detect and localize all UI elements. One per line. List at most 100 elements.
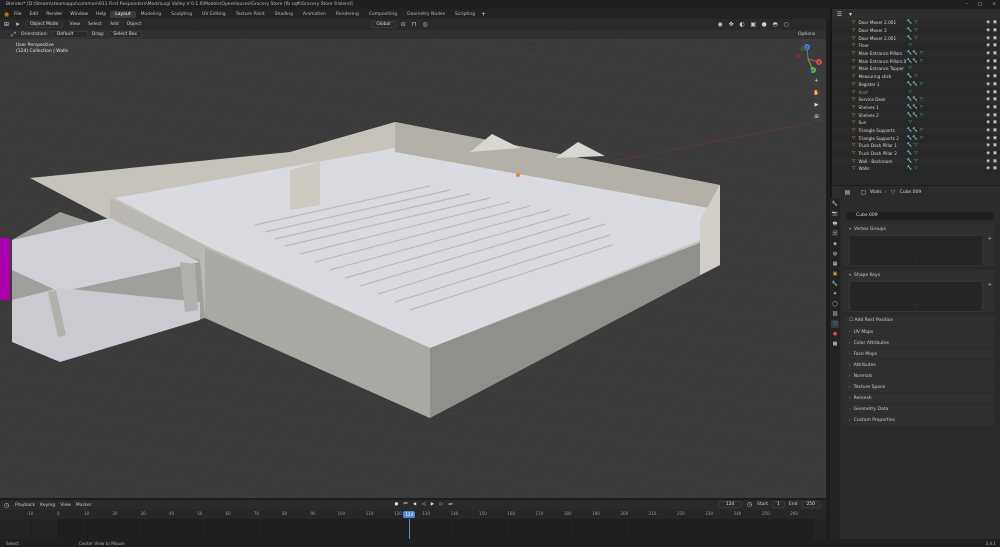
shading-solid-icon[interactable]: ● (761, 21, 768, 28)
play-icon[interactable]: ▶ (429, 501, 436, 508)
object-tab-icon[interactable]: ▣ (831, 270, 839, 278)
eye-icon[interactable]: ◉ (986, 136, 990, 141)
modifier-icon[interactable]: 🔧 (906, 151, 912, 156)
outliner-row[interactable]: ▽ Door Mover 2.001 🔧 ▽ ◉ ▣ (832, 19, 1000, 27)
properties-editor-icon[interactable]: ▤ (844, 189, 851, 196)
eye-icon[interactable]: ◉ (986, 36, 990, 41)
camera-icon[interactable]: ▣ (993, 59, 997, 64)
camera-icon[interactable]: ▣ (993, 128, 997, 133)
next-key-icon[interactable]: ▷ (438, 501, 445, 508)
add-shape-key-icon[interactable]: + (988, 282, 992, 288)
workspace-tab-scripting[interactable]: Scripting (450, 11, 480, 18)
eye-icon[interactable]: ◉ (986, 66, 990, 71)
add-rest-position-checkbox[interactable]: ☐ Add Rest Position (843, 316, 995, 326)
visibility-icon[interactable]: ◉ (717, 21, 724, 28)
auto-key-icon[interactable]: ● (393, 501, 400, 508)
modifier-icon[interactable]: 🔧🔧 (906, 136, 917, 141)
viewport-menu-select[interactable]: Select (86, 22, 104, 27)
camera-icon[interactable]: ▣ (993, 120, 997, 125)
camera-icon[interactable]: ▣ (993, 43, 997, 48)
timeline-area[interactable]: -10 0 10 20 30 40 50 60 70 80 90 100 110 120 130 140 150… (0, 510, 826, 539)
camera-icon[interactable]: ▣ (993, 66, 997, 71)
eye-icon[interactable]: ◉ (986, 51, 990, 56)
collapsed-panel-header[interactable]: › Color Attributes (843, 338, 995, 348)
timeline-menu-playback[interactable]: Playback (15, 503, 35, 508)
outliner-row[interactable]: ▽ Roof ▽ ◉ ▣ (832, 88, 1000, 96)
camera-icon[interactable]: ▣ (993, 74, 997, 79)
modifier-icon[interactable]: 🔧 (906, 36, 912, 41)
mode-selector[interactable]: Object Mode (25, 21, 64, 28)
eye-icon[interactable]: ◉ (986, 97, 990, 102)
timeline-menu-keying[interactable]: Keying (40, 503, 55, 508)
menu-render[interactable]: Render (42, 12, 66, 17)
collapsed-panel-header[interactable]: › Remesh (843, 393, 995, 403)
pan-hand-icon[interactable]: ✋ (812, 89, 821, 98)
view-layer-tab-icon[interactable]: 🗐 (831, 230, 839, 238)
tool-tab-icon[interactable]: 🔧 (831, 200, 839, 208)
camera-view-icon[interactable]: ▶ (812, 101, 821, 110)
collapsed-panel-header[interactable]: › Normals (843, 371, 995, 381)
eye-icon[interactable]: ◉ (986, 59, 990, 64)
menu-help[interactable]: Help (92, 12, 110, 17)
outliner-filter-icon[interactable]: ▾ (847, 11, 854, 18)
modifier-icon[interactable]: 🔧 (906, 20, 912, 25)
outliner-row[interactable]: ▽ Door Mover 2 🔧 ▽ ◉ ▣ (832, 27, 1000, 35)
modifier-icon[interactable]: 🔧🔧 (906, 97, 917, 102)
menu-edit[interactable]: Edit (26, 12, 43, 17)
modifier-icon[interactable]: 🔧 (906, 28, 912, 33)
gizmo-toggle-icon[interactable]: ✥ (728, 21, 735, 28)
outliner-row[interactable]: ▽ Register 1 🔧🔧 ▽ ◉ ▣ (832, 80, 1000, 89)
shape-keys-header[interactable]: ▾ Shape Keys (843, 270, 995, 280)
close-button[interactable]: × (992, 0, 996, 9)
collapsed-panel-header[interactable]: › Custom Properties (843, 415, 995, 425)
navigation-gizmo[interactable]: X Y Z (793, 44, 823, 74)
mesh-name-field[interactable]: Cube.009 (846, 212, 994, 220)
menu-window[interactable]: Window (66, 12, 92, 17)
eye-icon[interactable]: ◉ (986, 128, 990, 133)
modifier-tab-icon[interactable]: 🔧 (831, 280, 839, 288)
blender-logo-icon[interactable]: ◉ (3, 11, 10, 18)
outliner-row[interactable]: ▽ Main Entrance Pillars.001 🔧🔧 ▽ ◉ ▣ (832, 57, 1000, 65)
menu-file[interactable]: File (10, 12, 26, 17)
outliner-row[interactable]: ▽ Triangle Supports 2 🔧🔧 ▽ ◉ ▣ (832, 134, 1000, 142)
camera-icon[interactable]: ▣ (993, 136, 997, 141)
camera-icon[interactable]: ▣ (993, 82, 997, 87)
orientation-selector[interactable]: Default (51, 31, 88, 38)
vertex-groups-header[interactable]: ▾ Vertex Groups (843, 224, 995, 234)
prev-key-icon[interactable]: ◀ (411, 501, 418, 508)
collection-tab-icon[interactable]: ▦ (831, 260, 839, 268)
eye-icon[interactable]: ◉ (986, 120, 990, 125)
camera-icon[interactable]: ▣ (993, 28, 997, 33)
collapsed-panel-header[interactable]: › UV Maps (843, 327, 995, 337)
constraints-tab-icon[interactable]: ⛓ (831, 310, 839, 318)
collapsed-panel-header[interactable]: › Face Maps (843, 349, 995, 359)
transform-orientation-selector[interactable]: Global (371, 21, 396, 28)
eye-icon[interactable]: ◉ (986, 74, 990, 79)
play-reverse-icon[interactable]: ◁ (420, 501, 427, 508)
outliner-row[interactable]: ▽ Floor ▽ ◉ ▣ (832, 42, 1000, 50)
vertex-groups-list[interactable]: ⁚⁚ (849, 235, 983, 266)
jump-start-icon[interactable]: ⏮ (402, 501, 409, 508)
end-frame-field[interactable]: 250 (801, 501, 821, 508)
outliner-row[interactable]: ▽ Wall - Backroom 🔧 ▽ ◉ ▣ (832, 157, 1000, 166)
outliner-row[interactable]: ▽ Measuring stick 🔧 ▽ ◉ ▣ (832, 73, 1000, 81)
clock-icon[interactable]: ◷ (746, 501, 753, 508)
particles-tab-icon[interactable]: ✦ (831, 290, 839, 298)
modifier-icon[interactable]: 🔧🔧 (906, 82, 917, 87)
timeline-menu-marker[interactable]: Marker (76, 503, 92, 508)
camera-icon[interactable]: ▣ (993, 159, 997, 164)
workspace-tab-layout[interactable]: Layout (110, 10, 136, 18)
pivot-icon[interactable]: ⊙ (400, 21, 407, 28)
minimize-button[interactable]: – (966, 0, 968, 9)
maximize-button[interactable]: □ (978, 0, 982, 9)
output-tab-icon[interactable]: 🖶 (831, 220, 839, 228)
timeline-editor-icon[interactable]: ◷ (3, 502, 10, 509)
viewport-menu-object[interactable]: Object (125, 22, 144, 27)
camera-icon[interactable]: ▣ (993, 36, 997, 41)
outliner-row[interactable]: ▽ Truck Dock Pillar 2 🔧 ▽ ◉ ▣ (832, 150, 1000, 158)
outliner-editor-icon[interactable]: ☰ (836, 11, 843, 18)
options-button[interactable]: Options (798, 32, 815, 37)
eye-icon[interactable]: ◉ (986, 151, 990, 156)
proportional-edit-icon[interactable]: ◎ (422, 21, 429, 28)
modifier-icon[interactable]: 🔧🔧 (906, 113, 917, 118)
